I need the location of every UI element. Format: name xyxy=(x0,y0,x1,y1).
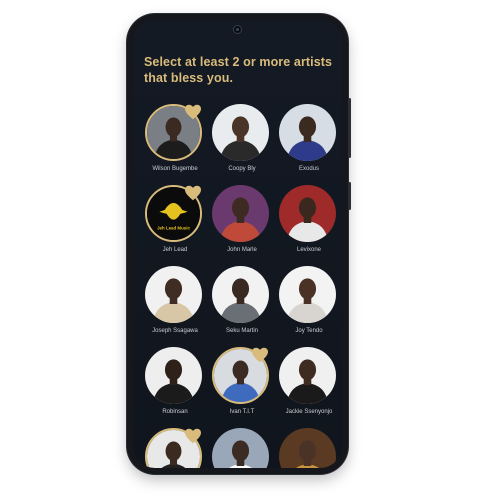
power-button xyxy=(348,182,351,210)
artist-avatar[interactable] xyxy=(212,266,269,323)
artist-photo xyxy=(145,347,202,404)
artist-photo xyxy=(279,185,336,242)
artist-photo xyxy=(212,104,269,161)
artist-item[interactable]: Exodus xyxy=(276,102,342,182)
device-frame-stage: Select at least 2 or more artists that b… xyxy=(0,0,500,500)
artist-item[interactable]: Jeh Lead Music Jeh Lead xyxy=(142,183,208,263)
artist-item[interactable]: Joseph Ssagawa xyxy=(142,264,208,344)
front-camera xyxy=(233,25,242,34)
artist-item[interactable]: Ivan T.I.T xyxy=(209,345,275,425)
artist-item[interactable]: John Marle xyxy=(209,183,275,263)
heart-icon[interactable] xyxy=(184,185,202,201)
artist-photo xyxy=(145,266,202,323)
artist-avatar[interactable] xyxy=(279,428,336,468)
artist-photo xyxy=(279,428,336,468)
artist-avatar[interactable] xyxy=(279,104,336,161)
artist-item[interactable]: Robinsan xyxy=(142,345,208,425)
page-title: Select at least 2 or more artists that b… xyxy=(144,55,333,85)
artist-item[interactable]: Joy Tendo xyxy=(276,264,342,344)
artist-name: Exodus xyxy=(298,166,319,172)
artist-photo xyxy=(279,104,336,161)
artist-item[interactable]: Levixone xyxy=(276,183,342,263)
artist-photo xyxy=(212,266,269,323)
artist-item[interactable] xyxy=(276,426,342,468)
artist-avatar[interactable] xyxy=(145,266,202,323)
artist-item[interactable]: Seku Martin xyxy=(209,264,275,344)
artist-photo xyxy=(212,185,269,242)
artist-name: Levixone xyxy=(296,247,322,253)
artist-item[interactable]: Jackie Ssenyonjo xyxy=(276,345,342,425)
logo-text: Jeh Lead Music xyxy=(157,225,190,230)
heart-icon[interactable] xyxy=(251,347,269,363)
artist-avatar[interactable] xyxy=(145,347,202,404)
artist-photo xyxy=(212,428,269,468)
heart-icon[interactable] xyxy=(184,428,202,444)
artist-item[interactable] xyxy=(142,426,208,468)
artist-avatar[interactable] xyxy=(279,266,336,323)
artist-photo xyxy=(279,266,336,323)
artist-avatar[interactable] xyxy=(279,347,336,404)
artist-name: Jackie Ssenyonjo xyxy=(285,409,333,415)
artist-item[interactable] xyxy=(209,426,275,468)
artist-avatar[interactable] xyxy=(212,185,269,242)
artist-avatar[interactable] xyxy=(212,104,269,161)
artist-avatar[interactable] xyxy=(212,428,269,468)
volume-button xyxy=(348,98,351,158)
artist-name: Joy Tendo xyxy=(295,328,323,334)
artist-avatar[interactable] xyxy=(279,185,336,242)
artist-item[interactable]: Wilson Bugembe xyxy=(142,102,208,182)
artist-item[interactable]: Coopy Bly xyxy=(209,102,275,182)
app-screen: Select at least 2 or more artists that b… xyxy=(133,20,342,468)
artist-photo xyxy=(279,347,336,404)
heart-icon[interactable] xyxy=(184,104,202,120)
